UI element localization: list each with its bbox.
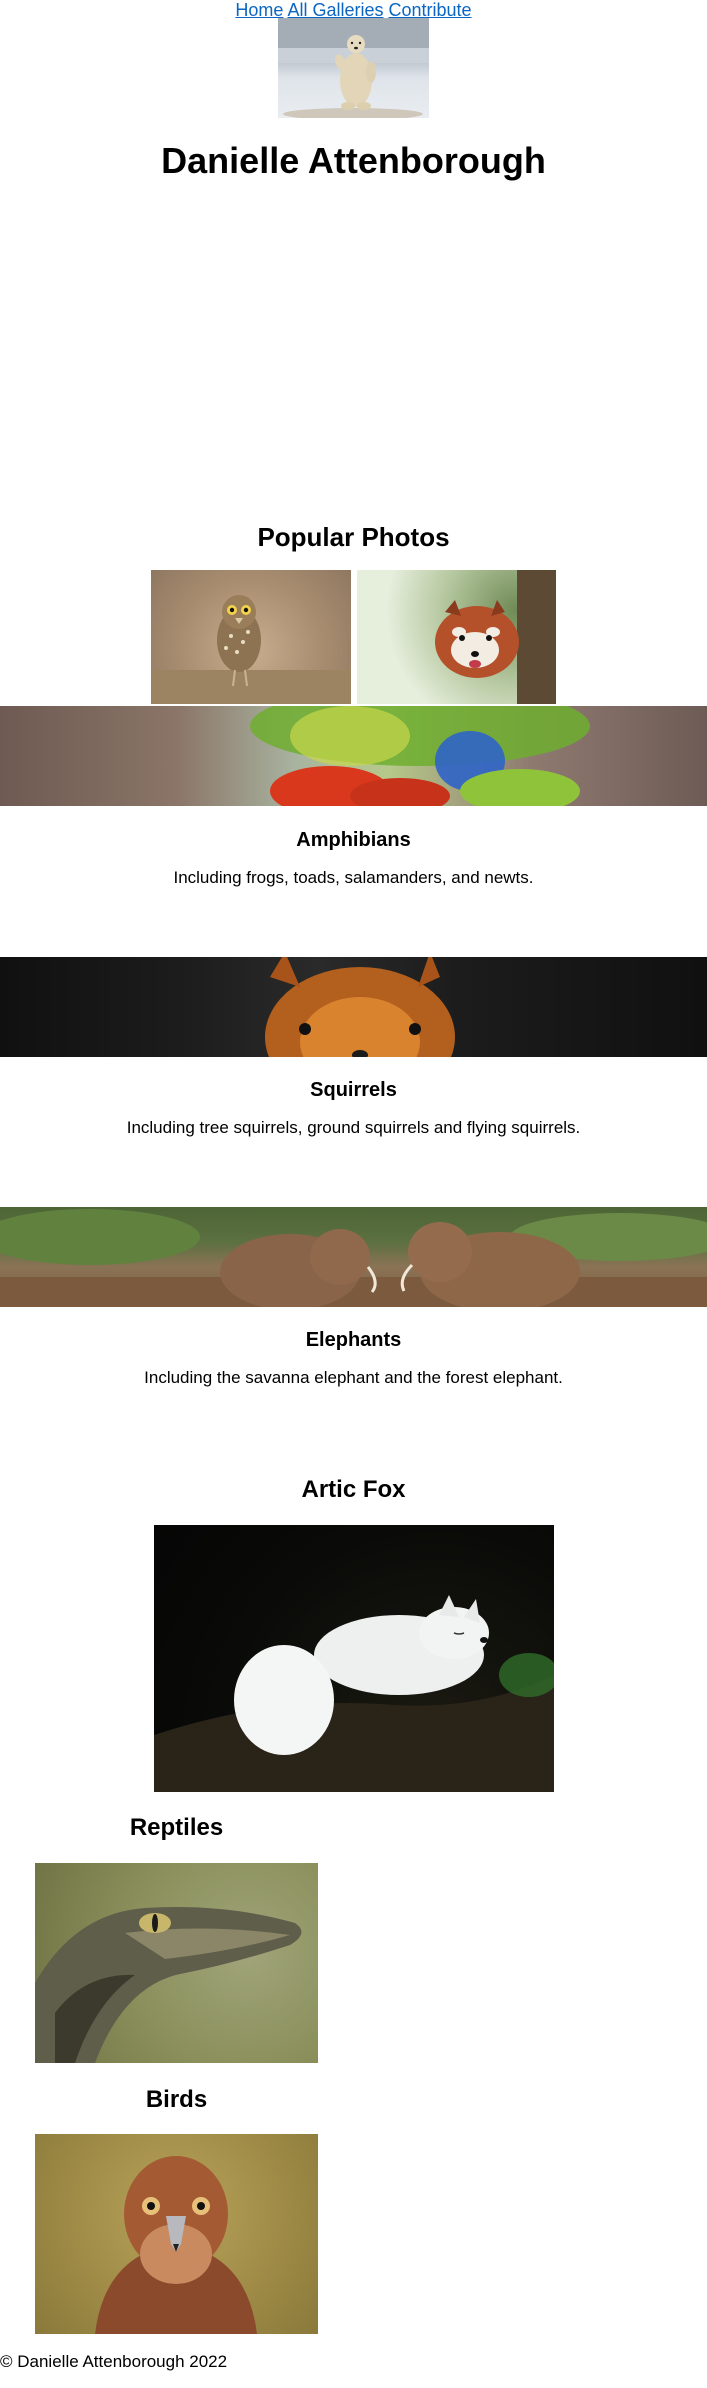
elephants-banner[interactable] <box>0 1207 707 1307</box>
amphibians-banner[interactable] <box>0 706 707 806</box>
nav-link-all-galleries[interactable]: All Galleries <box>287 0 383 20</box>
red-panda-photo[interactable] <box>357 570 556 704</box>
birds-heading: Birds <box>145 2086 208 2113</box>
bird-photo[interactable] <box>35 2134 318 2334</box>
page-title: Danielle Attenborough <box>161 140 546 181</box>
category-title-squirrels: Squirrels <box>310 1079 397 1101</box>
artic-fox-heading: Artic Fox <box>301 1476 406 1503</box>
owl-photo[interactable] <box>151 570 351 704</box>
reptiles-heading: Reptiles <box>129 1814 224 1841</box>
top-nav: Home All Galleries Contribute <box>0 0 707 20</box>
footer-copyright: © Danielle Attenborough 2022 <box>0 2352 228 2371</box>
category-description-squirrels: Including tree squirrels, ground squirre… <box>126 1118 581 1137</box>
squirrels-banner[interactable] <box>0 957 707 1057</box>
category-title-elephants: Elephants <box>305 1329 402 1351</box>
category-description-elephants: Including the savanna elephant and the f… <box>144 1368 563 1387</box>
polar-bear-photo <box>278 18 429 118</box>
category-description-amphibians: Including frogs, toads, salamanders, and… <box>173 868 534 887</box>
nav-link-home[interactable]: Home <box>235 0 283 20</box>
reptile-photo[interactable] <box>35 1863 318 2063</box>
artic-fox-photo[interactable] <box>154 1525 554 1792</box>
category-title-amphibians: Amphibians <box>296 829 411 851</box>
popular-photos-heading: Popular Photos <box>257 522 450 552</box>
nav-link-contribute[interactable]: Contribute <box>389 0 472 20</box>
